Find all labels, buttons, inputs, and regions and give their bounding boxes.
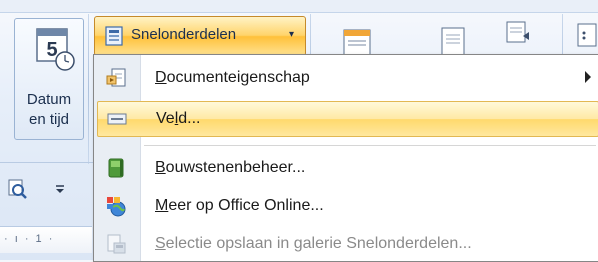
menu-item-label: Selectie opslaan in galerie Snelonderdel… bbox=[155, 235, 472, 252]
submenu-arrow-icon bbox=[585, 71, 591, 83]
menu-item-save-selection-to-gallery: Selectie opslaan in galerie Snelonderdel… bbox=[97, 227, 597, 261]
quick-parts-icon bbox=[105, 26, 123, 46]
field-icon bbox=[107, 113, 127, 125]
save-selection-icon bbox=[107, 234, 126, 254]
quick-access-toolbar bbox=[0, 166, 92, 216]
quick-parts-label: Snelonderdelen bbox=[131, 26, 237, 43]
signature-line-icon[interactable] bbox=[503, 18, 531, 46]
menu-item-building-blocks-organizer[interactable]: Bouwstenenbeheer... bbox=[97, 151, 597, 185]
menu-item-field[interactable]: Veld... bbox=[97, 101, 598, 137]
menu-item-label: Documenteigenschap bbox=[155, 69, 310, 86]
horizontal-ruler[interactable]: · ı · 1 · bbox=[0, 226, 92, 253]
chevron-down-icon: ▾ bbox=[289, 29, 295, 40]
quick-parts-button[interactable]: Snelonderdelen ▾ bbox=[94, 16, 306, 56]
menu-item-label: Bouwstenenbeheer... bbox=[155, 159, 306, 176]
menu-item-document-property[interactable]: Documenteigenschap bbox=[97, 61, 597, 95]
building-blocks-icon bbox=[108, 158, 124, 178]
group-separator bbox=[88, 14, 89, 164]
menu-separator bbox=[144, 145, 596, 146]
document-property-icon bbox=[106, 68, 126, 87]
date-time-button[interactable]: 5 Datum en tijd bbox=[14, 18, 84, 140]
object-icon[interactable] bbox=[574, 20, 598, 50]
menu-item-label: Meer op Office Online... bbox=[155, 197, 324, 214]
print-preview-icon[interactable] bbox=[6, 178, 28, 200]
date-time-label-line2: en tijd bbox=[28, 111, 70, 128]
menu-item-more-on-office-online[interactable]: Meer op Office Online... bbox=[97, 189, 597, 223]
document-icon[interactable] bbox=[436, 24, 470, 58]
date-time-label-line1: Datum bbox=[26, 91, 72, 108]
ruler-ticks: · ı · 1 · bbox=[4, 233, 55, 245]
calendar-clock-icon: 5 bbox=[36, 28, 75, 71]
quick-parts-menu: Documenteigenschap Veld... Bouwstenenbeh… bbox=[93, 54, 598, 262]
menu-item-label: Veld... bbox=[156, 110, 201, 127]
ribbon-top-strip bbox=[0, 0, 598, 13]
text-box-icon[interactable] bbox=[340, 24, 374, 58]
customize-toolbar-icon[interactable] bbox=[54, 184, 66, 194]
office-online-icon bbox=[107, 197, 126, 217]
